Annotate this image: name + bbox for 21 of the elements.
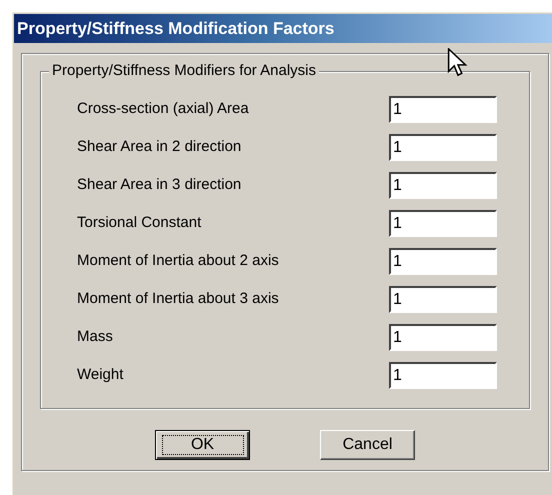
dialog-button[interactable]: Cancel [320, 430, 415, 460]
cursor-icon [447, 48, 469, 78]
input-field[interactable]: 1 [389, 362, 497, 389]
input-field[interactable]: 1 [389, 286, 497, 313]
field-label: Weight [77, 365, 124, 386]
input-field[interactable]: 1 [389, 172, 497, 199]
input-field[interactable]: 1 [389, 210, 497, 237]
field-label: Moment of Inertia about 2 axis [77, 251, 279, 272]
input-field[interactable]: 1 [389, 248, 497, 275]
field-label: Cross-section (axial) Area [77, 99, 249, 120]
field-label: Shear Area in 3 direction [77, 175, 242, 196]
field-label: Torsional Constant [77, 213, 202, 234]
input-field[interactable]: 1 [389, 96, 497, 123]
field-label: Moment of Inertia about 3 axis [77, 289, 279, 310]
input-field[interactable]: 1 [389, 324, 497, 351]
field-label: Shear Area in 2 direction [77, 137, 242, 158]
group-title: Property/Stiffness Modifiers for Analysis [49, 62, 319, 80]
dialog-button[interactable]: OK [155, 430, 250, 460]
field-label: Mass [77, 327, 113, 348]
input-field[interactable]: 1 [389, 134, 497, 161]
window-title: Property/Stiffness Modification Factors [14, 14, 552, 43]
